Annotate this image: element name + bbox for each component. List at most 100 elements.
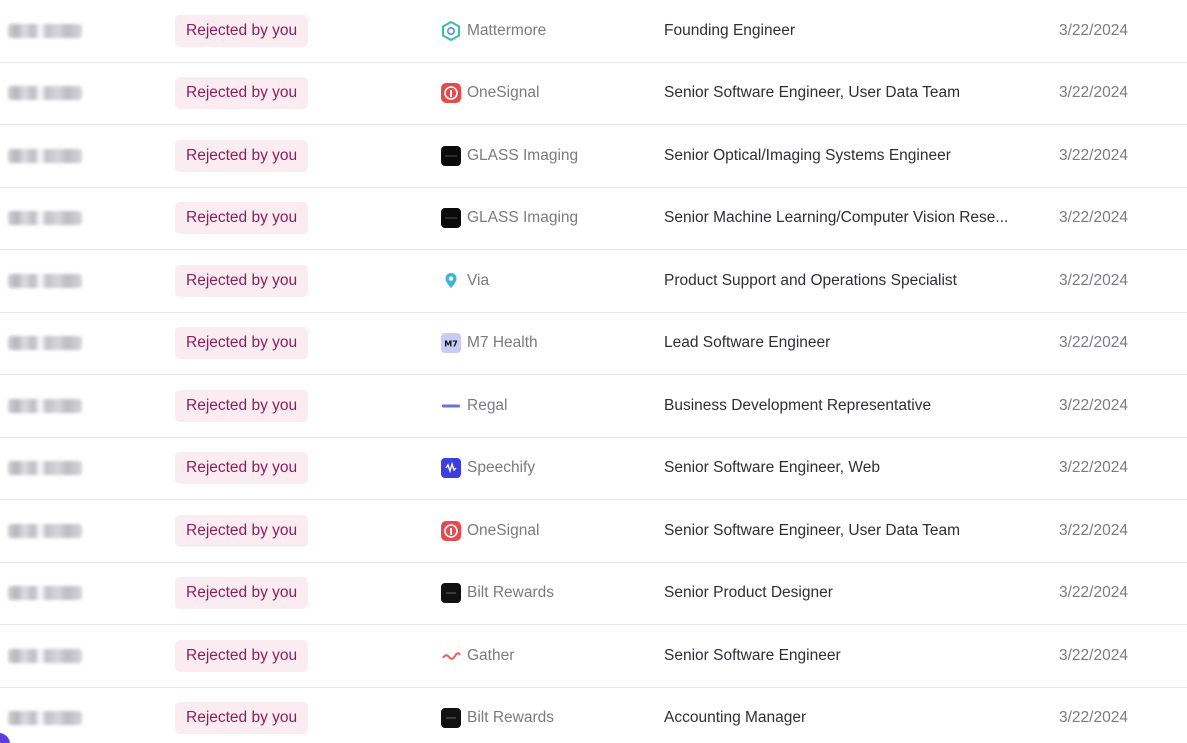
company-name[interactable]: Regal: [467, 397, 508, 415]
company-name[interactable]: Speechify: [467, 459, 535, 477]
table-row[interactable]: Rejected by you M7 M7 Health Lead Softwa…: [0, 313, 1187, 375]
candidate-name-cell: [0, 63, 100, 125]
candidate-name-cell: [0, 250, 100, 312]
job-title[interactable]: Senior Software Engineer, User Data Team: [664, 522, 1016, 540]
company-name[interactable]: OneSignal: [467, 84, 539, 102]
date-cell: 3/22/2024: [1059, 188, 1128, 250]
table-row[interactable]: Rejected by you Bilt Rewards Senior Prod…: [0, 563, 1187, 625]
job-title-cell[interactable]: Senior Software Engineer: [664, 625, 1024, 687]
candidate-name-cell: [0, 688, 100, 743]
date-text: 3/22/2024: [1059, 271, 1128, 289]
table-row[interactable]: Rejected by you Regal Business Developme…: [0, 375, 1187, 438]
candidate-name-cell: [0, 563, 100, 625]
job-title-cell[interactable]: Senior Software Engineer, User Data Team: [664, 63, 1024, 125]
company-name[interactable]: Mattermore: [467, 22, 546, 40]
company-cell[interactable]: Bilt Rewards: [441, 688, 554, 743]
table-row[interactable]: Rejected by you GLASS Imaging Senior Mac…: [0, 188, 1187, 250]
job-title-cell[interactable]: Senior Software Engineer, User Data Team: [664, 500, 1024, 562]
date-cell: 3/22/2024: [1059, 688, 1128, 743]
job-title[interactable]: Senior Product Designer: [664, 584, 1016, 602]
job-title-cell[interactable]: Lead Software Engineer: [664, 313, 1024, 375]
status-badge: Rejected by you: [175, 577, 309, 610]
company-cell[interactable]: Bilt Rewards: [441, 563, 554, 625]
m7-health-logo-icon: M7: [441, 333, 461, 354]
job-title[interactable]: Senior Software Engineer: [664, 647, 1016, 665]
company-name[interactable]: Bilt Rewards: [467, 709, 554, 727]
candidate-name-cell: [0, 0, 100, 62]
table-row[interactable]: Rejected by you OneSignal Senior Softwar…: [0, 63, 1187, 125]
date-cell: 3/22/2024: [1059, 625, 1128, 687]
date-text: 3/22/2024: [1059, 21, 1128, 39]
status-badge: Rejected by you: [175, 77, 309, 110]
candidate-name-cell: [0, 313, 100, 375]
table-row[interactable]: Rejected by you GLASS Imaging Senior Opt…: [0, 125, 1187, 188]
job-title-cell[interactable]: Senior Machine Learning/Computer Vision …: [664, 188, 1024, 250]
job-title[interactable]: Accounting Manager: [664, 709, 1016, 727]
company-name[interactable]: Bilt Rewards: [467, 584, 554, 602]
date-text: 3/22/2024: [1059, 709, 1128, 727]
glass-imaging-logo-icon: [441, 208, 461, 229]
date-text: 3/22/2024: [1059, 459, 1128, 477]
redacted-name: [8, 211, 82, 226]
date-cell: 3/22/2024: [1059, 375, 1128, 437]
company-name[interactable]: OneSignal: [467, 522, 539, 540]
company-cell[interactable]: Gather: [441, 625, 514, 687]
job-title-cell[interactable]: Senior Product Designer: [664, 563, 1024, 625]
job-title[interactable]: Lead Software Engineer: [664, 334, 1016, 352]
table-row[interactable]: Rejected by you Bilt Rewards Accounting …: [0, 688, 1187, 743]
status-cell: Rejected by you: [175, 438, 309, 500]
company-name[interactable]: M7 Health: [467, 334, 538, 352]
date-text: 3/22/2024: [1059, 646, 1128, 664]
job-title[interactable]: Senior Software Engineer, User Data Team: [664, 84, 1016, 102]
status-cell: Rejected by you: [175, 250, 309, 312]
date-cell: 3/22/2024: [1059, 250, 1128, 312]
job-title[interactable]: Senior Optical/Imaging Systems Engineer: [664, 147, 1016, 165]
company-cell[interactable]: Mattermore: [441, 0, 546, 62]
company-cell[interactable]: GLASS Imaging: [441, 188, 578, 250]
svg-text:M7: M7: [444, 340, 458, 349]
date-cell: 3/22/2024: [1059, 313, 1128, 375]
redacted-name: [8, 586, 82, 601]
job-title-cell[interactable]: Senior Optical/Imaging Systems Engineer: [664, 125, 1024, 187]
company-cell[interactable]: Regal: [441, 375, 508, 437]
date-cell: 3/22/2024: [1059, 0, 1128, 62]
job-title[interactable]: Founding Engineer: [664, 22, 1016, 40]
table-row[interactable]: Rejected by you Gather Senior Software E…: [0, 625, 1187, 688]
date-text: 3/22/2024: [1059, 146, 1128, 164]
job-title-cell[interactable]: Accounting Manager: [664, 688, 1024, 743]
redacted-name: [8, 273, 82, 288]
status-badge: Rejected by you: [175, 202, 309, 235]
bilt-rewards-logo-icon: [441, 708, 461, 729]
status-badge: Rejected by you: [175, 327, 309, 360]
candidate-name-cell: [0, 125, 100, 187]
job-title-cell[interactable]: Founding Engineer: [664, 0, 1024, 62]
date-text: 3/22/2024: [1059, 396, 1128, 414]
mattermore-logo-icon: [441, 20, 461, 41]
table-row[interactable]: Rejected by you Mattermore Founding Engi…: [0, 0, 1187, 63]
job-title-cell[interactable]: Senior Software Engineer, Web: [664, 438, 1024, 500]
company-cell[interactable]: GLASS Imaging: [441, 125, 578, 187]
company-cell[interactable]: OneSignal: [441, 63, 539, 125]
date-text: 3/22/2024: [1059, 521, 1128, 539]
job-title[interactable]: Senior Software Engineer, Web: [664, 459, 1016, 477]
company-name[interactable]: Via: [467, 272, 489, 290]
company-name[interactable]: GLASS Imaging: [467, 147, 578, 165]
company-cell[interactable]: M7 M7 Health: [441, 313, 538, 375]
company-cell[interactable]: Via: [441, 250, 489, 312]
redacted-name: [8, 336, 82, 351]
job-title-cell[interactable]: Product Support and Operations Specialis…: [664, 250, 1024, 312]
job-title[interactable]: Business Development Representative: [664, 397, 1016, 415]
company-cell[interactable]: OneSignal: [441, 500, 539, 562]
status-badge: Rejected by you: [175, 264, 309, 297]
job-title[interactable]: Senior Machine Learning/Computer Vision …: [664, 209, 1016, 227]
job-title[interactable]: Product Support and Operations Specialis…: [664, 272, 1016, 290]
table-row[interactable]: Rejected by you Via Product Support and …: [0, 250, 1187, 313]
bilt-rewards-logo-icon: [441, 583, 461, 604]
table-row[interactable]: Rejected by you Speechify Senior Softwar…: [0, 438, 1187, 500]
job-title-cell[interactable]: Business Development Representative: [664, 375, 1024, 437]
company-name[interactable]: Gather: [467, 647, 514, 665]
company-name[interactable]: GLASS Imaging: [467, 209, 578, 227]
gather-logo-icon: [441, 646, 461, 666]
table-row[interactable]: Rejected by you OneSignal Senior Softwar…: [0, 500, 1187, 563]
company-cell[interactable]: Speechify: [441, 438, 535, 500]
